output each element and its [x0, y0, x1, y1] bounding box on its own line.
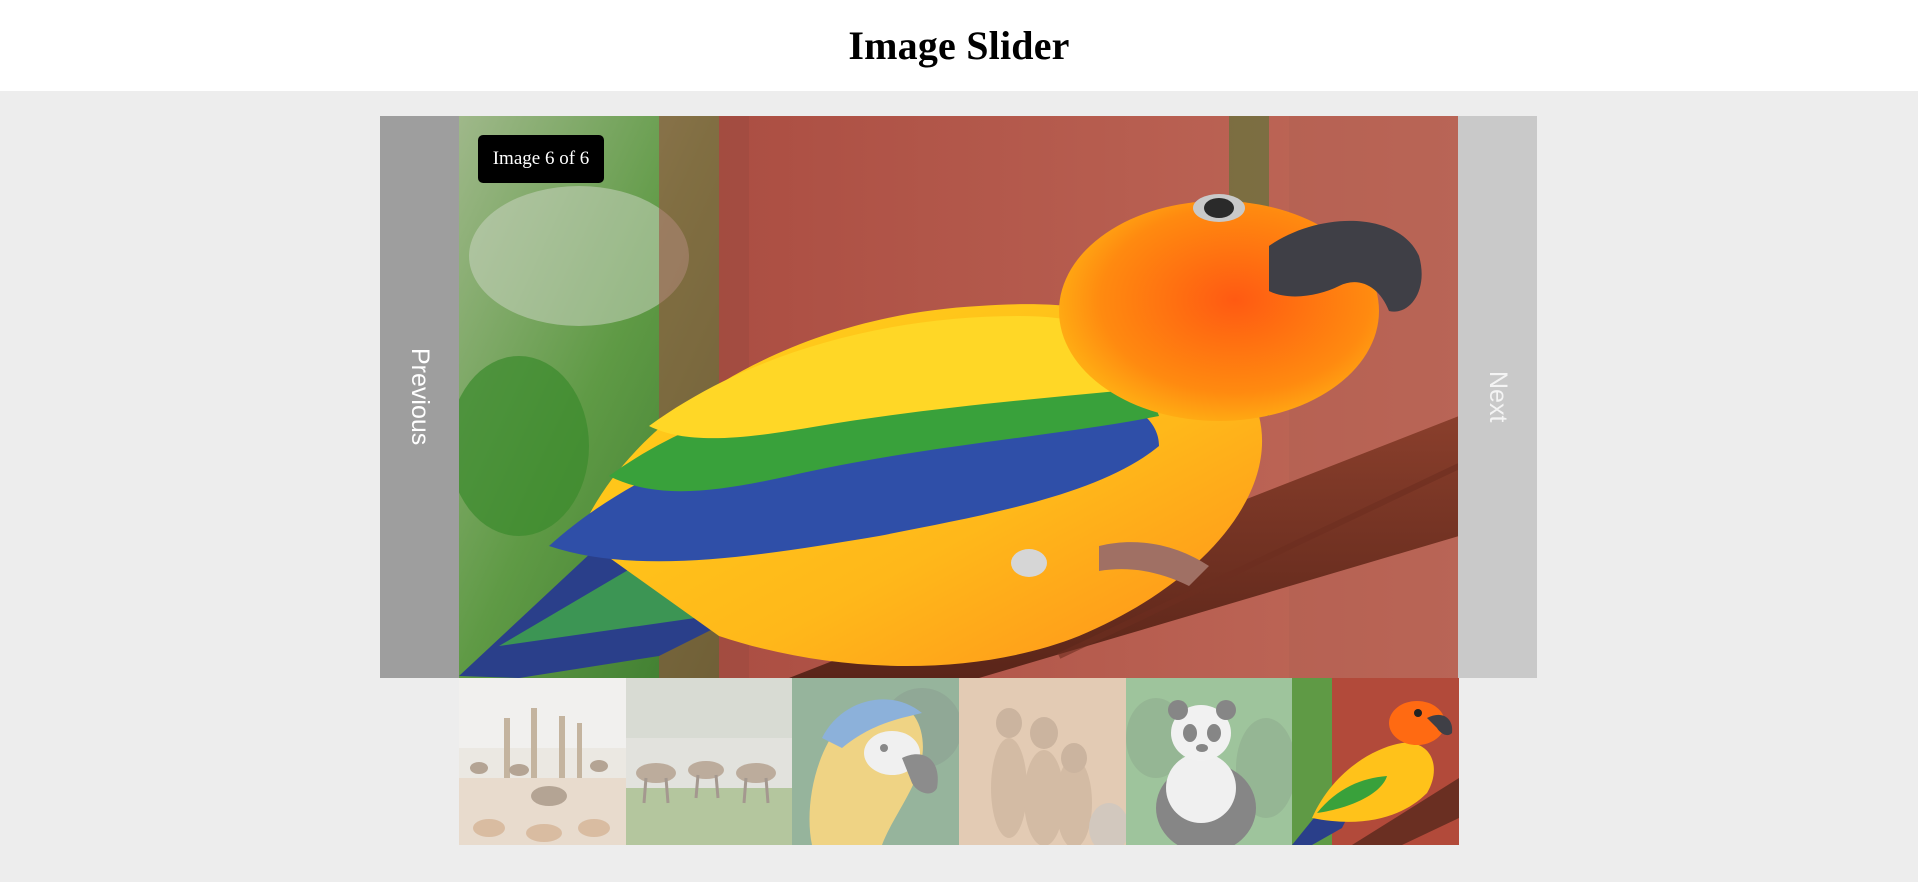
previous-button[interactable]: Previous	[380, 116, 459, 678]
parrot-image	[459, 116, 1459, 678]
next-button-label: Next	[1484, 371, 1512, 423]
thumbnail-meerkats[interactable]	[958, 678, 1126, 845]
thumbnail-giraffes[interactable]	[459, 678, 626, 845]
thumbnail-antelopes[interactable]	[625, 678, 793, 845]
thumbnail-parrot-active[interactable]	[1292, 678, 1459, 845]
thumbnail-panda[interactable]	[1125, 678, 1293, 845]
main-image	[459, 116, 1459, 678]
previous-button-label: Previous	[406, 348, 434, 446]
page-header: Image Slider	[0, 0, 1918, 91]
thumbnail-macaw[interactable]	[792, 678, 959, 845]
next-button[interactable]: Next	[1458, 116, 1537, 678]
image-counter: Image 6 of 6	[478, 135, 604, 183]
page-title: Image Slider	[848, 23, 1070, 68]
image-slider: Previous Image 6 of 6 Next	[380, 116, 1537, 678]
thumbnail-strip	[459, 678, 1459, 845]
